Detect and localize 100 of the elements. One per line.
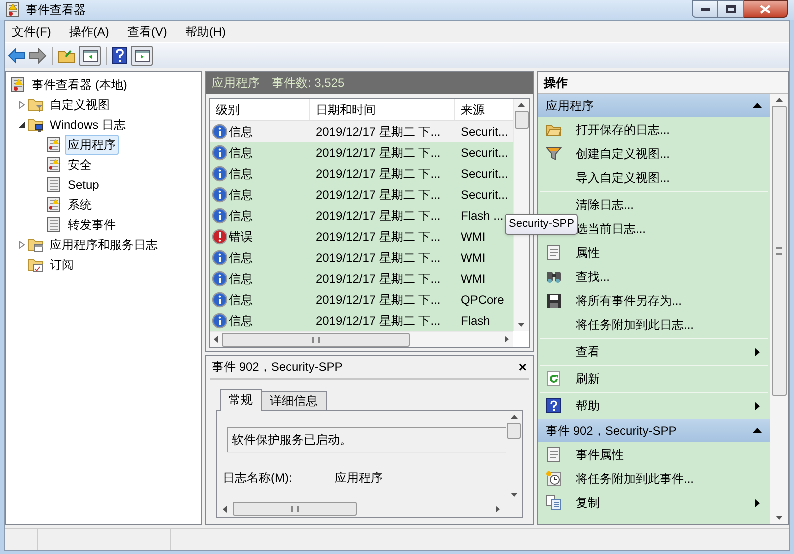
column-header[interactable]: 日期和时间 <box>310 99 455 120</box>
action-item[interactable]: 创建自定义视图... <box>540 142 768 166</box>
show-actions-button[interactable] <box>131 46 153 66</box>
tooltip: Security-SPP <box>505 214 578 236</box>
table-row[interactable]: 错误 2019/12/17 星期二 下... WMI <box>210 226 513 248</box>
menu-item[interactable]: 帮助(H) <box>178 22 233 42</box>
message-box: 软件保护服务已启动。 <box>227 427 506 454</box>
tree-item[interactable]: 事件查看器 (本地) <box>29 75 130 96</box>
table-cell: 2019/12/17 星期二 下... <box>316 124 441 139</box>
scroll-left-arrow-icon[interactable] <box>214 336 218 344</box>
field-label: 日志名称(M): <box>223 470 294 488</box>
scroll-up-arrow-icon[interactable] <box>776 98 782 102</box>
action-item[interactable]: 打开保存的日志... <box>540 118 768 142</box>
action-item[interactable]: 帮助 <box>540 394 768 418</box>
table-row[interactable]: 信息 2019/12/17 星期二 下... Securit... <box>210 184 513 206</box>
action-item[interactable]: 属性 <box>540 241 768 266</box>
table-row[interactable]: 信息 2019/12/17 星期二 下... WMI <box>210 247 513 268</box>
action-item[interactable]: 查找... <box>540 265 768 290</box>
info-icon <box>212 124 228 140</box>
close-button[interactable] <box>744 0 788 18</box>
menu-item[interactable]: 操作(A) <box>62 22 116 42</box>
tree-item[interactable]: Setup <box>65 175 102 196</box>
show-tree-button[interactable] <box>79 46 101 66</box>
scroll-thumb[interactable] <box>233 502 357 516</box>
table-cell-text: 信息 <box>229 270 253 288</box>
help-icon[interactable] <box>112 46 128 65</box>
scroll-up-arrow-icon[interactable] <box>510 415 518 420</box>
menu-item[interactable]: 文件(F) <box>5 22 58 42</box>
table-row[interactable]: 信息 2019/12/17 星期二 下... QPCore <box>210 289 513 310</box>
action-item[interactable]: 将所有事件另存为... <box>540 289 768 314</box>
expand-arrow-icon[interactable] <box>19 241 25 250</box>
tree-item[interactable]: 转发事件 <box>65 215 119 236</box>
scroll-thumb[interactable] <box>772 106 786 396</box>
action-item[interactable]: 将任务附加到此日志... <box>540 313 768 338</box>
log-icon <box>46 197 62 214</box>
action-item[interactable]: 事件属性 <box>540 443 768 468</box>
tree-item[interactable]: 订阅 <box>47 255 77 276</box>
scroll-right-arrow-icon[interactable] <box>505 336 509 344</box>
collapse-arrow-icon[interactable] <box>19 122 25 128</box>
action-item[interactable]: 将任务附加到此事件... <box>540 467 768 492</box>
table-cell-text: 信息 <box>229 186 253 204</box>
table-cell: 2019/12/17 星期二 下... <box>316 272 441 286</box>
scroll-left-arrow-icon[interactable] <box>223 506 227 513</box>
tree-item[interactable]: 应用程序和服务日志 <box>47 235 161 256</box>
field-value: 应用程序 <box>335 470 383 488</box>
scroll-down-arrow-icon[interactable] <box>510 493 518 498</box>
collapse-arrow-icon[interactable] <box>753 428 762 434</box>
menu-item[interactable]: 查看(V) <box>120 22 174 42</box>
scroll-down-arrow-icon[interactable] <box>776 516 782 520</box>
scroll-thumb[interactable] <box>514 111 528 130</box>
tab[interactable]: 详细信息 <box>261 391 327 410</box>
tree-item[interactable]: Windows 日志 <box>47 115 130 136</box>
folder-icon <box>28 97 44 114</box>
action-item[interactable]: 导入自定义视图... <box>540 166 768 190</box>
collapse-arrow-icon[interactable] <box>753 103 762 108</box>
scroll-thumb[interactable] <box>507 423 521 440</box>
folder-icon[interactable] <box>58 48 76 64</box>
close-button[interactable]: × <box>518 356 527 378</box>
folder-icon <box>28 237 44 254</box>
table-cell: 2019/12/17 星期二 下... <box>316 188 441 202</box>
forward-arrow-icon[interactable] <box>29 48 47 64</box>
action-item[interactable]: 复制 <box>540 491 768 516</box>
action-item[interactable]: 刷新 <box>540 367 768 392</box>
scroll-thumb[interactable] <box>222 332 410 347</box>
table-cell: 2019/12/17 星期二 下... <box>316 146 441 160</box>
table-cell: Flash ... <box>461 208 504 223</box>
expand-arrow-icon[interactable] <box>19 101 25 110</box>
info-icon <box>212 270 228 287</box>
table-cell: Securit... <box>461 124 508 139</box>
back-arrow-icon[interactable] <box>8 48 26 64</box>
table-cell-text: 信息 <box>229 166 253 183</box>
tree-item[interactable]: 系统 <box>65 195 95 216</box>
scroll-right-arrow-icon[interactable] <box>496 506 500 513</box>
table-row[interactable]: 信息 2019/12/17 星期二 下... Securit... <box>210 121 513 142</box>
vertical-scrollbar[interactable] <box>770 94 788 524</box>
help-icon <box>546 398 562 414</box>
tree-item[interactable]: 应用程序 <box>65 135 119 156</box>
maximize-button[interactable] <box>718 0 744 18</box>
section-header[interactable]: 应用程序 <box>546 96 594 115</box>
table-row[interactable]: 信息 2019/12/17 星期二 下... Flash <box>210 310 513 332</box>
table-cell: WMI <box>461 230 486 244</box>
info-icon <box>212 186 228 203</box>
tree-item[interactable]: 安全 <box>65 155 95 176</box>
minimize-button[interactable] <box>692 0 718 18</box>
table-cell: 2019/12/17 星期二 下... <box>316 314 441 328</box>
scroll-up-arrow-icon[interactable] <box>518 103 525 108</box>
table-cell: 2019/12/17 星期二 下... <box>316 166 441 181</box>
column-header[interactable]: 级别 <box>210 99 310 120</box>
table-row[interactable]: 信息 2019/12/17 星期二 下... Securit... <box>210 163 513 184</box>
tab[interactable]: 常规 <box>220 389 262 412</box>
table-row[interactable]: 信息 2019/12/17 星期二 下... WMI <box>210 268 513 290</box>
tree-item[interactable]: 自定义视图 <box>47 95 113 116</box>
event-viewer-icon <box>10 77 26 94</box>
table-cell-text: 信息 <box>229 208 253 225</box>
horizontal-scrollbar[interactable] <box>210 331 513 348</box>
copy-icon <box>546 495 562 512</box>
scroll-down-arrow-icon[interactable] <box>518 323 525 328</box>
event-count: 事件数: 3,525 <box>272 75 345 92</box>
table-row[interactable]: 信息 2019/12/17 星期二 下... Securit... <box>210 142 513 164</box>
action-item[interactable]: 查看 <box>540 340 768 364</box>
